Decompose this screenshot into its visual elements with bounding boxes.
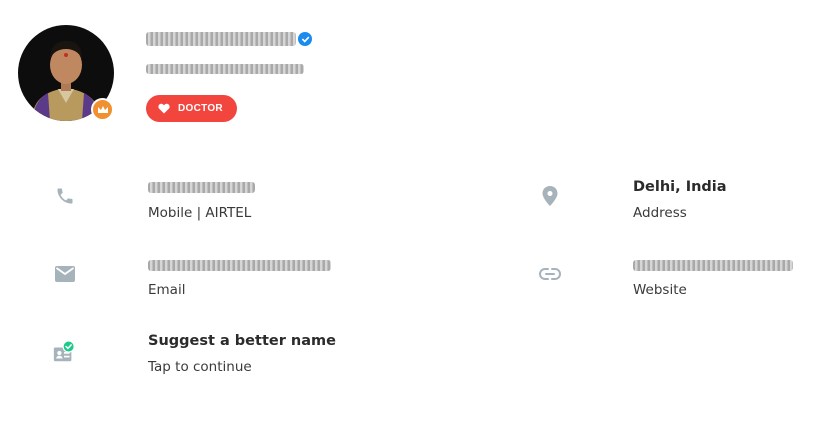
profession-tag[interactable]: DOCTOR — [146, 95, 237, 122]
suggest-name-subtitle: Tap to continue — [148, 359, 252, 375]
phone-carrier-label: Mobile | AIRTEL — [148, 205, 252, 221]
premium-crown-badge — [91, 98, 114, 121]
email-label: Email — [148, 282, 186, 298]
verified-icon — [298, 32, 312, 46]
phone-icon — [53, 184, 77, 208]
profile-name-row — [146, 32, 312, 46]
profile-avatar-container — [18, 25, 114, 121]
profile-name-redacted — [146, 32, 296, 46]
website-label: Website — [633, 282, 687, 298]
heart-icon — [158, 103, 170, 114]
contact-card-verified-icon — [52, 340, 76, 365]
crown-icon — [97, 105, 108, 113]
website-url-redacted — [633, 260, 793, 271]
profession-tag-label: DOCTOR — [178, 103, 223, 114]
address-value: Delhi, India — [633, 179, 727, 195]
phone-number-redacted — [148, 182, 255, 193]
link-icon — [538, 262, 562, 286]
suggest-name-title: Suggest a better name — [148, 333, 336, 349]
address-label: Address — [633, 205, 687, 221]
email-icon — [53, 262, 77, 286]
email-address-redacted — [148, 260, 331, 271]
profile-subtitle-redacted — [146, 64, 304, 74]
location-pin-icon — [538, 184, 562, 208]
